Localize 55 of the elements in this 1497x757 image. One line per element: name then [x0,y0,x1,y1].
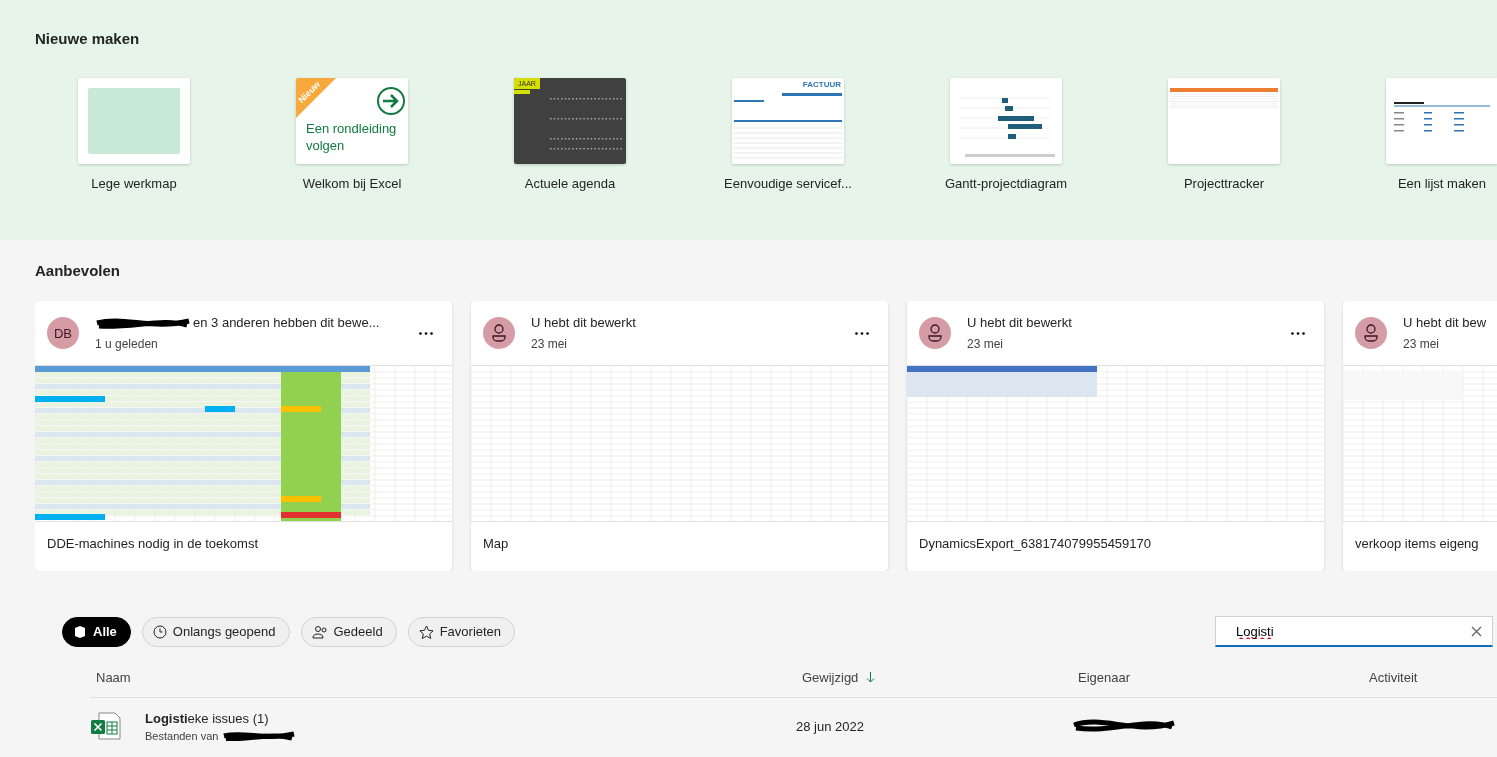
edited-time: 23 mei [1403,337,1441,351]
file-card[interactable]: U hebt dit bewerkt 23 mei Map [471,301,888,571]
section-title: Nieuwe maken [35,30,141,47]
ellipsis-icon [855,331,869,335]
file-location: Bestanden van [145,729,219,742]
file-card[interactable]: U hebt dit bewerkt 23 mei DynamicsExport_638174079955459170 [907,301,1324,571]
thumbnail-title: FACTUUR [802,80,841,89]
template-label[interactable]: Welkom bij Excel [261,176,443,191]
avatar: DB [47,317,79,349]
column-header[interactable]: Gewijzigd [802,669,1078,685]
column-header[interactable]: Naam [96,669,802,685]
activity-text: U hebt dit bew [1403,315,1487,330]
person-icon [927,324,943,342]
corner-ribbon [296,78,336,118]
person-icon [1363,324,1379,342]
file-name: Map [482,535,510,553]
sort-down-icon [866,671,876,683]
clock-icon [152,624,167,639]
column-header[interactable]: Activiteit [1369,669,1497,685]
arrow-circle-icon [376,86,406,116]
template-label[interactable]: Projecttracker [1133,176,1315,191]
edited-time: 1 u geleden [95,337,159,351]
files-icon [73,624,87,639]
edited-time: 23 mei [531,337,569,351]
filter-chip[interactable]: Gedeeld [300,616,397,647]
filter-chip[interactable]: Alle [62,616,131,647]
ellipsis-icon [419,331,433,335]
file-name: DDE-machines nodig in de toekomst [46,535,259,553]
template-label[interactable]: Actuele agenda [479,176,661,191]
spreadsheet-file-icon [90,711,122,741]
star-icon [418,624,434,639]
file-card[interactable]: U hebt dit bew 23 mei verkoop items eigeng [1343,301,1497,571]
file-name-link[interactable]: Logistieke issues (1) [145,710,297,726]
thumbnail-title: Een rondleiding volgen [306,120,398,154]
file-name: verkoop items eigeng [1354,535,1480,553]
ellipsis-icon [1291,331,1305,335]
filter-chip[interactable]: Favorieten [407,616,516,647]
close-icon[interactable] [1471,625,1482,637]
activity-text: U hebt dit bewerkt [967,315,1072,330]
file-name: DynamicsExport_638174079955459170 [918,535,1152,553]
template-label[interactable]: Een lijst maken [1351,176,1497,191]
template-label[interactable]: Lege werkmap [43,176,225,191]
search-input[interactable]: Logisti [1234,622,1471,640]
edited-time: 23 mei [967,337,1005,351]
activity-text: en 3 anderen hebben dit bewe... [193,315,380,330]
search-field[interactable]: Logisti [1215,616,1493,647]
filter-chip[interactable]: Onlangs geopend [141,616,290,647]
section-title: Aanbevolen [35,262,122,279]
column-header[interactable]: Eigenaar [1078,669,1369,685]
template-label[interactable]: Eenvoudige servicef... [697,176,879,191]
template-label[interactable]: Gantt-projectdiagram [915,176,1097,191]
modified-date: 28 jun 2022 [796,718,865,734]
person-icon [491,324,507,342]
people-icon [311,624,328,639]
activity-text: U hebt dit bewerkt [531,315,636,330]
